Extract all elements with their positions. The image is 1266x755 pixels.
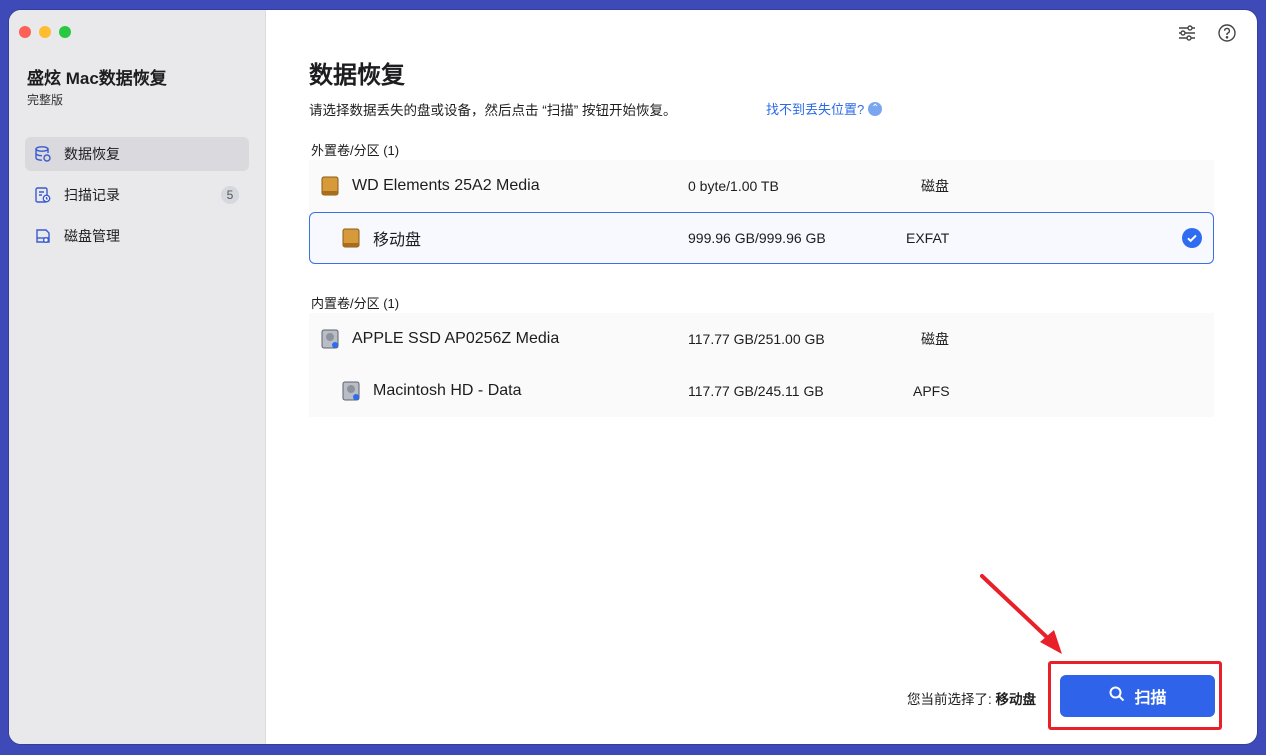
app-edition: 完整版 xyxy=(27,93,64,107)
toolbar xyxy=(1177,23,1237,43)
disk-type: EXFAT xyxy=(906,230,950,246)
disk-row-mobile-drive[interactable]: 移动盘 999.96 GB/999.96 GB EXFAT xyxy=(309,212,1214,264)
scan-count-badge: 5 xyxy=(221,186,239,204)
sidebar-item-data-recovery[interactable]: 数据恢复 xyxy=(25,137,249,171)
sidebar-item-label: 扫描记录 xyxy=(64,187,120,203)
sidebar-item-disk-management[interactable]: 磁盘管理 xyxy=(25,219,249,253)
disk-type: 磁盘 xyxy=(921,331,949,347)
annotation-arrow xyxy=(980,574,1062,654)
disk-size: 0 byte/1.00 TB xyxy=(688,178,779,194)
internal-drive-icon xyxy=(319,328,341,350)
disk-name: 移动盘 xyxy=(373,232,422,249)
annotation-highlight-box xyxy=(1048,661,1222,730)
app-title: 盛炫 Mac数据恢复 xyxy=(27,69,167,88)
help-icon[interactable] xyxy=(1217,23,1237,43)
sidebar: 盛炫 Mac数据恢复 完整版 数据恢复 扫描记录 5 磁盘管理 xyxy=(9,10,266,744)
selection-prefix: 您当前选择了: xyxy=(907,692,996,707)
external-drive-icon xyxy=(319,175,341,197)
help-link-label: 找不到丢失位置? xyxy=(766,102,865,117)
disk-name: WD Elements 25A2 Media xyxy=(352,177,540,194)
external-section-label: 外置卷/分区 (1) xyxy=(311,143,400,158)
disk-manage-icon xyxy=(34,227,52,245)
current-selection-text: 您当前选择了: 移动盘 xyxy=(907,688,1036,708)
sidebar-item-label: 数据恢复 xyxy=(64,146,120,162)
internal-section-label: 内置卷/分区 (1) xyxy=(311,296,400,311)
minimize-window-button[interactable] xyxy=(39,26,51,38)
main-panel: 数据恢复 请选择数据丢失的盘或设备，然后点击 “扫描” 按钮开始恢复。 找不到丢… xyxy=(266,10,1257,744)
disk-name: APPLE SSD AP0256Z Media xyxy=(352,330,560,347)
page-subtitle: 请选择数据丢失的盘或设备，然后点击 “扫描” 按钮开始恢复。 xyxy=(309,103,677,118)
zoom-window-button[interactable] xyxy=(59,26,71,38)
selected-check-icon xyxy=(1182,228,1202,248)
settings-sliders-icon[interactable] xyxy=(1177,23,1197,43)
window-controls xyxy=(19,26,71,38)
chevron-up-icon: ⌃ xyxy=(868,101,883,116)
disk-row-wd-elements[interactable]: WD Elements 25A2 Media 0 byte/1.00 TB 磁盘 xyxy=(309,160,1214,212)
close-window-button[interactable] xyxy=(19,26,31,38)
disk-size: 117.77 GB/251.00 GB xyxy=(688,331,825,347)
sidebar-nav: 数据恢复 扫描记录 5 磁盘管理 xyxy=(25,137,249,260)
disk-row-macintosh-hd[interactable]: Macintosh HD - Data 117.77 GB/245.11 GB … xyxy=(309,365,1214,417)
cannot-find-location-link[interactable]: 找不到丢失位置? ⌃ xyxy=(766,99,883,118)
sidebar-item-label: 磁盘管理 xyxy=(64,228,120,244)
sidebar-item-scan-history[interactable]: 扫描记录 5 xyxy=(25,178,249,212)
page-title: 数据恢复 xyxy=(309,62,405,89)
disk-type: APFS xyxy=(913,383,950,399)
external-drive-icon xyxy=(340,227,362,249)
internal-drive-icon xyxy=(340,380,362,402)
disk-type: 磁盘 xyxy=(921,178,949,194)
selection-value: 移动盘 xyxy=(995,692,1037,707)
disk-row-apple-ssd[interactable]: APPLE SSD AP0256Z Media 117.77 GB/251.00… xyxy=(309,313,1214,365)
database-icon xyxy=(34,145,52,163)
disk-size: 117.77 GB/245.11 GB xyxy=(688,383,824,399)
disk-name: Macintosh HD - Data xyxy=(373,382,522,399)
scan-history-icon xyxy=(34,186,52,204)
disk-size: 999.96 GB/999.96 GB xyxy=(688,230,826,246)
